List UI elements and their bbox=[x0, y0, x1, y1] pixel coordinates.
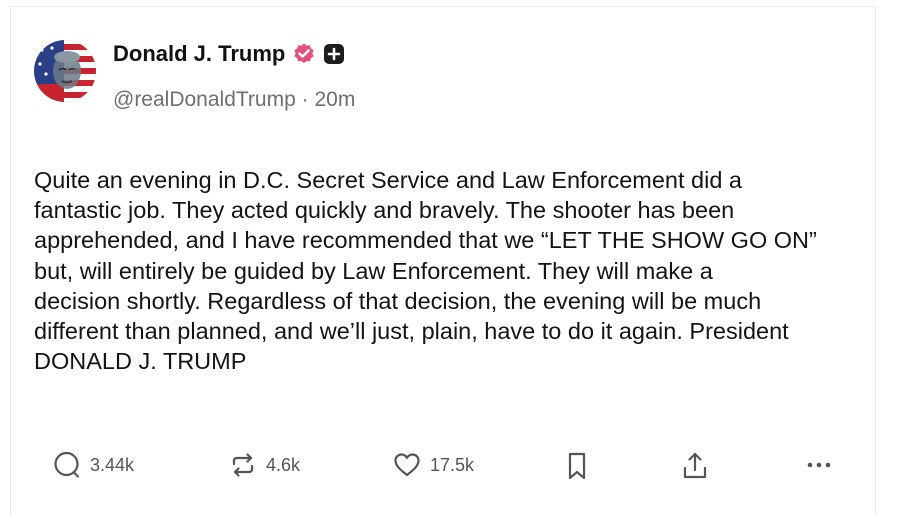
share-icon bbox=[680, 450, 710, 482]
reply-button[interactable]: 3.44k bbox=[52, 450, 134, 480]
plus-badge-icon bbox=[323, 43, 345, 65]
post-text: Quite an evening in D.C. Secret Service … bbox=[34, 167, 817, 375]
heart-icon bbox=[392, 450, 422, 480]
time-separator: · bbox=[301, 88, 309, 111]
more-button[interactable] bbox=[804, 450, 834, 480]
repost-button[interactable]: 4.6k bbox=[228, 450, 300, 480]
repost-icon bbox=[228, 450, 258, 480]
author-meta: @realDonaldTrump · 20m bbox=[113, 88, 355, 112]
repost-count: 4.6k bbox=[266, 454, 301, 475]
verified-badge-icon bbox=[292, 42, 316, 66]
author-handle[interactable]: @realDonaldTrump bbox=[113, 88, 296, 111]
action-bar: 3.44k 4.6k 17.5k bbox=[52, 450, 842, 490]
share-button[interactable] bbox=[680, 450, 710, 482]
reply-count: 3.44k bbox=[90, 454, 135, 475]
more-icon bbox=[804, 450, 834, 480]
author-row: Donald J. Trump bbox=[113, 41, 345, 67]
bookmark-icon bbox=[562, 450, 592, 482]
post-timestamp[interactable]: 20m bbox=[314, 88, 355, 111]
like-button[interactable]: 17.5k bbox=[392, 450, 474, 480]
author-display-name[interactable]: Donald J. Trump bbox=[113, 41, 285, 67]
like-count: 17.5k bbox=[430, 454, 475, 475]
bookmark-button[interactable] bbox=[562, 450, 592, 482]
reply-icon bbox=[52, 450, 82, 480]
avatar[interactable] bbox=[34, 40, 96, 102]
